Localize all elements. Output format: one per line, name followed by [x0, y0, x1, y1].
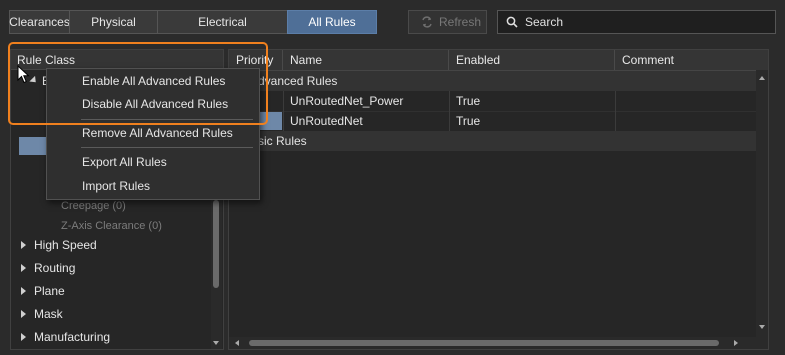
rule-name-cell: UnRoutedNet [290, 114, 363, 128]
grid-line [615, 91, 616, 111]
group-row-basic-rules[interactable]: sic Rules [229, 131, 756, 151]
tree-item-high-speed[interactable]: High Speed [21, 235, 97, 255]
menu-item-export-all-rules[interactable]: Export All Rules [47, 151, 259, 173]
tree-item-label: Mask [34, 307, 63, 321]
column-header-comment[interactable]: Comment [615, 50, 768, 70]
tree-item-mask[interactable]: Mask [21, 304, 63, 324]
tree-selected-item[interactable] [19, 137, 49, 155]
menu-separator [81, 119, 253, 120]
expand-arrow-icon [21, 264, 26, 272]
context-menu: Enable All Advanced Rules Disable All Ad… [46, 68, 260, 200]
menu-separator [81, 147, 253, 148]
mouse-cursor-icon [17, 65, 30, 84]
tab-clearances[interactable]: Clearances [9, 10, 70, 34]
enabled-cell[interactable]: True [456, 91, 480, 111]
menu-item-import-rules[interactable]: Import Rules [47, 175, 259, 197]
scrollbar-thumb[interactable] [213, 200, 219, 288]
tree-item-z-axis-clearance[interactable]: Z-Axis Clearance (0) [61, 216, 162, 236]
tree-item-plane[interactable]: Plane [21, 281, 65, 301]
expand-arrow-icon [21, 333, 26, 341]
refresh-button[interactable]: Refresh [408, 10, 487, 34]
tab-physical[interactable]: Physical [69, 10, 157, 34]
tree-item-label: Manufacturing [34, 330, 111, 344]
menu-item-enable-all-advanced-rules[interactable]: Enable All Advanced Rules [47, 70, 259, 92]
grid-line [449, 111, 450, 131]
rules-grid-panel: Priority Name Enabled Comment dvanced Ru… [228, 49, 769, 350]
table-row[interactable]: UnRoutedNet_Power True [229, 91, 756, 112]
grid-line [283, 111, 284, 131]
grid-header: Priority Name Enabled Comment [229, 50, 768, 71]
priority-cell-selected[interactable] [260, 112, 282, 130]
tree-item-manufacturing[interactable]: Manufacturing [21, 327, 110, 347]
column-header-priority[interactable]: Priority [229, 50, 283, 70]
tree-item-label: Plane [34, 284, 65, 298]
tree-item-label: Routing [34, 261, 76, 275]
column-header-enabled[interactable]: Enabled [449, 50, 615, 70]
priority-cell [260, 92, 282, 110]
group-row-advanced-rules[interactable]: dvanced Rules [229, 71, 756, 91]
enabled-cell[interactable]: True [456, 111, 480, 131]
tree-item-label: High Speed [34, 238, 97, 252]
tab-all-rules[interactable]: All Rules [287, 10, 377, 34]
tree-item-routing[interactable]: Routing [21, 258, 75, 278]
scroll-right-arrow-icon[interactable] [734, 340, 738, 346]
rules-tab-bar: Clearances Physical Electrical All Rules [9, 10, 377, 34]
grid-line [615, 111, 616, 131]
expand-arrow-icon [21, 310, 26, 318]
column-header-name[interactable]: Name [283, 50, 449, 70]
menu-item-disable-all-advanced-rules[interactable]: Disable All Advanced Rules [47, 93, 259, 115]
scroll-down-arrow-icon[interactable] [213, 341, 219, 345]
table-row[interactable]: UnRoutedNet True [229, 111, 756, 132]
search-input[interactable] [525, 15, 765, 29]
grid-vertical-scrollbar[interactable] [756, 70, 768, 349]
tab-electrical[interactable]: Electrical [157, 10, 287, 34]
grid-horizontal-scrollbar[interactable] [229, 337, 756, 349]
refresh-label: Refresh [439, 15, 482, 29]
rule-class-header[interactable]: Rule Class [11, 50, 223, 70]
expand-arrow-icon [21, 241, 26, 249]
rule-name-cell: UnRoutedNet_Power [290, 94, 404, 108]
menu-item-remove-all-advanced-rules[interactable]: Remove All Advanced Rules [47, 122, 259, 144]
grid-line [283, 91, 284, 111]
search-box[interactable] [497, 10, 776, 34]
scrollbar-thumb[interactable] [249, 340, 719, 346]
search-icon [506, 16, 518, 28]
scroll-down-arrow-icon[interactable] [759, 325, 765, 329]
scroll-left-arrow-icon[interactable] [235, 340, 239, 346]
grid-line [449, 91, 450, 111]
scroll-up-arrow-icon[interactable] [759, 76, 765, 80]
expand-arrow-icon [21, 287, 26, 295]
refresh-icon [422, 16, 432, 28]
